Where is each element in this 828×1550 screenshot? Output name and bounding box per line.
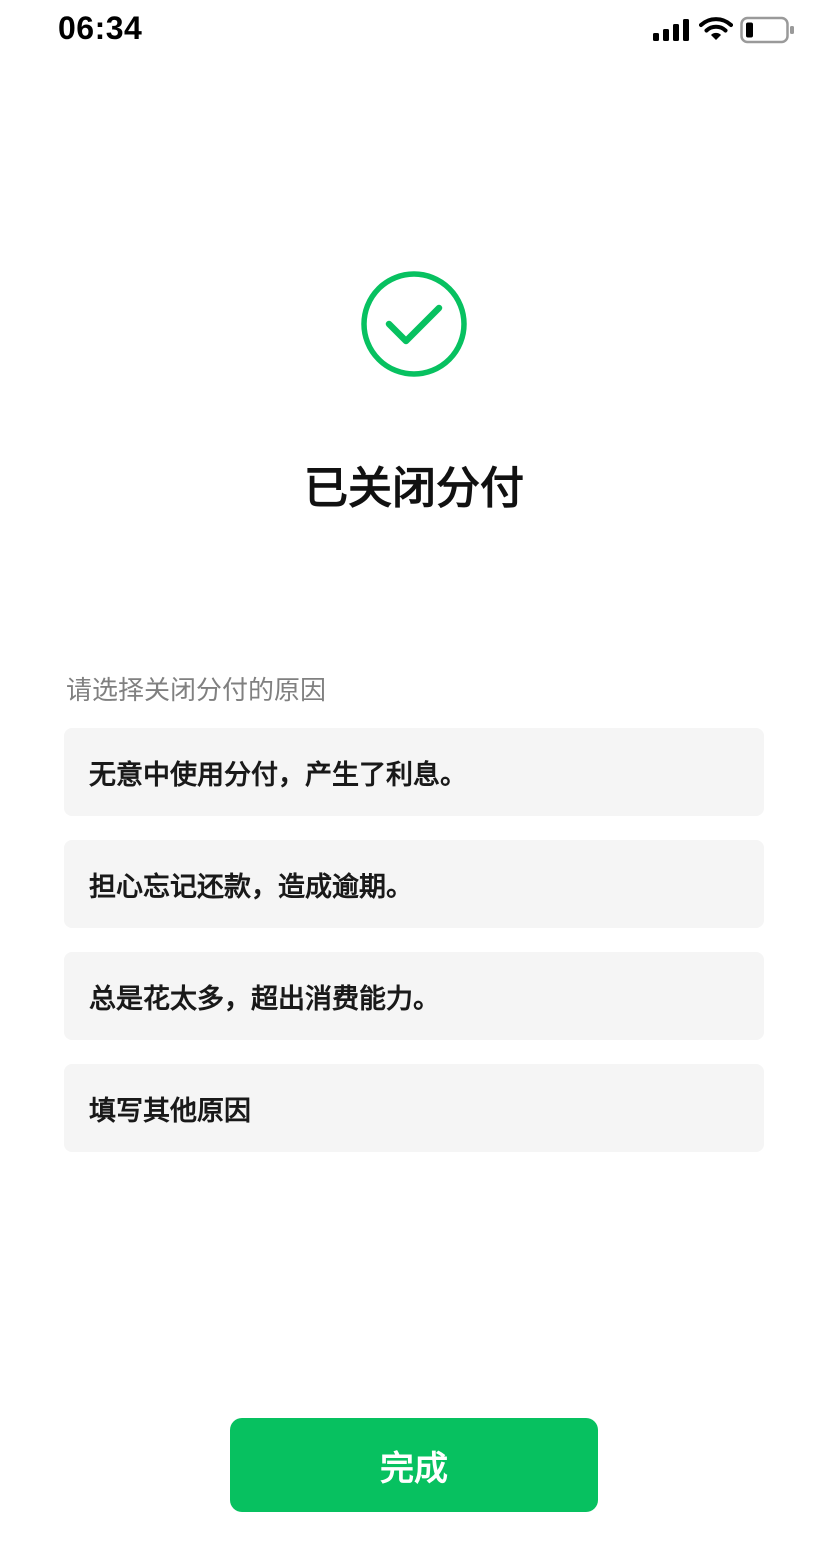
check-circle-icon [361, 271, 467, 377]
reason-option-forget-repayment[interactable]: 担心忘记还款，造成逾期。 [64, 840, 764, 928]
status-bar: 06:34 [0, 0, 828, 62]
battery-icon [740, 16, 794, 44]
status-time: 06:34 [58, 10, 143, 46]
done-button[interactable]: 完成 [230, 1418, 598, 1512]
reason-label: 总是花太多，超出消费能力。 [89, 983, 440, 1015]
reason-label: 填写其他原因 [89, 1095, 251, 1127]
reason-option-overspending[interactable]: 总是花太多，超出消费能力。 [64, 952, 764, 1040]
reason-option-accidental-interest[interactable]: 无意中使用分付，产生了利息。 [64, 728, 764, 816]
reason-list: 无意中使用分付，产生了利息。 担心忘记还款，造成逾期。 总是花太多，超出消费能力… [64, 728, 764, 1176]
wifi-icon [699, 17, 733, 40]
reason-label: 无意中使用分付，产生了利息。 [89, 759, 467, 791]
reason-prompt: 请选择关闭分付的原因 [66, 676, 327, 706]
signal-icon [653, 19, 689, 41]
reason-label: 担心忘记还款，造成逾期。 [89, 871, 413, 903]
page-title: 已关闭分付 [304, 463, 524, 514]
reason-option-other[interactable]: 填写其他原因 [64, 1064, 764, 1152]
